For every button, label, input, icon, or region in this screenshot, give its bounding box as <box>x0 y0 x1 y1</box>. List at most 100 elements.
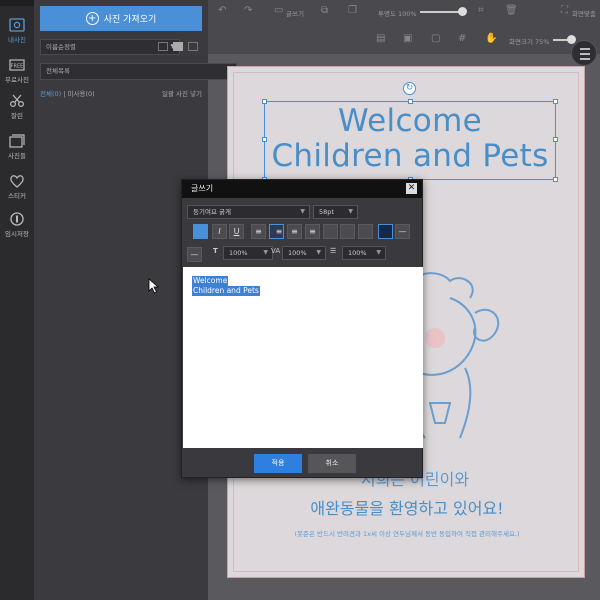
rail-top-bar <box>0 0 34 6</box>
sort-label: 이름순정렬 <box>46 43 76 51</box>
hand-icon[interactable]: ✋ <box>485 34 497 44</box>
upload-label: 사진 가져오기 <box>103 15 157 25</box>
text-box-icon[interactable]: ▭ <box>274 6 284 16</box>
rail-item-stickers[interactable]: 스티커 <box>0 170 34 210</box>
scissors-icon <box>9 94 25 108</box>
list-icon <box>580 48 590 50</box>
opacity-label: 투명도 100% <box>378 10 417 18</box>
fit-screen-icon[interactable]: ⛶ <box>561 6 571 16</box>
poster-title-line-2: Children and Pets <box>271 138 549 174</box>
align-icon[interactable]: ▤ <box>376 34 386 44</box>
large-view-icon[interactable] <box>188 42 198 51</box>
rail-item-temp-save[interactable]: 임시저장 <box>0 208 34 248</box>
svg-text:FREE: FREE <box>11 64 24 70</box>
zoom-slider[interactable] <box>553 35 576 44</box>
grid-view-icon[interactable] <box>173 42 183 51</box>
zoom-label: 화면크기 75% <box>509 38 550 46</box>
italic-button[interactable]: I <box>212 224 227 239</box>
bulk-insert-link[interactable]: 일괄 사진 넣기 <box>162 88 202 98</box>
mouse-cursor-icon <box>148 278 160 294</box>
free-photo-icon: FREE <box>9 59 25 71</box>
minus-button[interactable]: — <box>187 247 202 262</box>
rail-label: 무료사진 <box>5 76 29 84</box>
rail-item-cut[interactable]: 잘린 <box>0 90 34 130</box>
line-height-icon: ☰ <box>330 247 337 255</box>
grid-icon[interactable]: # <box>458 34 468 44</box>
text-line-1: Welcome <box>192 276 229 286</box>
images-icon <box>9 134 25 148</box>
undo-icon[interactable]: ↶ <box>218 6 228 16</box>
album-label: 전체목록 <box>46 67 70 75</box>
frame-icon[interactable]: ▢ <box>431 34 441 44</box>
album-select[interactable]: 전체목록 ▼ <box>40 63 237 80</box>
align-center-button[interactable]: ≡ <box>269 224 284 239</box>
list-icon-line <box>580 53 590 55</box>
justify-button[interactable]: ≡ <box>305 224 320 239</box>
view-toggle <box>158 42 198 51</box>
save-icon <box>10 212 24 226</box>
rail-label: 임시저장 <box>5 230 29 238</box>
cancel-button[interactable]: 취소 <box>308 454 356 473</box>
font-select[interactable]: 둥기여요 굵게 ▼ <box>187 205 310 219</box>
layer-icon[interactable]: ⧉ <box>321 6 331 16</box>
line-height-select[interactable]: 100% ▼ <box>342 246 386 260</box>
rail-item-free-photos[interactable]: FREE 무료사진 <box>0 54 34 94</box>
line-style-button[interactable]: — <box>395 224 410 239</box>
shape-button-1[interactable] <box>323 224 338 239</box>
apply-button[interactable]: 적용 <box>254 454 302 473</box>
rail-label: 스티커 <box>8 192 26 200</box>
font-size-select[interactable]: 58pt ▼ <box>313 205 358 219</box>
rail-label: 내사진 <box>8 36 26 44</box>
redo-icon[interactable]: ↷ <box>244 6 254 16</box>
toolbar-row-2: ▤ ▣ ▢ # ✋ 화면크기 75% <box>208 28 600 50</box>
close-icon[interactable]: ✕ <box>406 183 417 194</box>
font-size-label: 58pt <box>319 208 334 216</box>
background-color-button[interactable] <box>378 224 393 239</box>
opacity-slider[interactable] <box>420 7 467 16</box>
chevron-down-icon: ▼ <box>316 249 321 256</box>
text-width-icon: T <box>213 247 218 255</box>
fit-screen-label[interactable]: 화면맞춤 <box>572 8 596 18</box>
filter-all[interactable]: 전체(0) <box>40 90 61 98</box>
rotate-icon[interactable]: ↻ <box>403 82 416 95</box>
trash-icon[interactable]: 🗑 <box>505 6 518 16</box>
poster-korean-line-2: 애완동물을 환영하고 있어요! <box>310 499 504 518</box>
text-editor[interactable]: Welcome Children and Pets <box>183 267 423 448</box>
write-label[interactable]: 글쓰기 <box>286 8 304 18</box>
list-icon-line <box>580 58 590 60</box>
crop-icon[interactable]: ⌗ <box>478 6 488 16</box>
text-color-button[interactable] <box>193 224 208 239</box>
dialog-title: 글쓰기 ✕ <box>182 180 422 198</box>
shape-button-2[interactable] <box>340 224 355 239</box>
image-icon[interactable]: ▣ <box>403 34 413 44</box>
poster-korean-note: (봇준은 반드시 반려견과 1x씨 이상 연두님께서 동반 동입하여 직접 관리… <box>294 530 520 538</box>
filter-unused[interactable]: | 미사용(0) <box>63 90 94 98</box>
resize-handle[interactable] <box>553 177 558 182</box>
heart-icon <box>10 175 24 188</box>
align-left-button[interactable]: ≡ <box>251 224 266 239</box>
list-view-icon[interactable] <box>158 42 168 51</box>
letter-spacing-icon: VA <box>271 247 281 255</box>
text-line-2: Children and Pets <box>192 286 260 296</box>
rail-item-my-photos[interactable]: 내사진 <box>0 14 34 54</box>
rail-item-pictures[interactable]: 사진들 <box>0 130 34 170</box>
underline-button[interactable]: U <box>229 224 244 239</box>
poster-title-line-1: Welcome <box>338 103 482 139</box>
rail-label: 사진들 <box>8 152 26 160</box>
chevron-down-icon: ▼ <box>263 249 268 256</box>
line-height-label: 100% <box>348 249 367 257</box>
align-right-button[interactable]: ≡ <box>287 224 302 239</box>
width-select[interactable]: 100% ▼ <box>223 246 273 260</box>
copy-icon[interactable]: ❐ <box>348 6 358 16</box>
upload-photo-button[interactable]: + 사진 가져오기 <box>40 6 202 31</box>
layer-list-button[interactable] <box>571 40 597 66</box>
opacity-slider-knob[interactable] <box>458 7 467 16</box>
width-label: 100% <box>229 249 248 257</box>
dialog-footer: 적용 취소 <box>182 449 422 479</box>
rail-label: 잘린 <box>11 112 23 120</box>
spacing-select[interactable]: 100% ▼ <box>282 246 326 260</box>
chevron-down-icon: ▼ <box>348 208 353 215</box>
dialog-title-text: 글쓰기 <box>191 184 214 193</box>
shape-button-3[interactable] <box>358 224 373 239</box>
filter-row: 전체(0) | 미사용(0) 일괄 사진 넣기 <box>40 88 202 98</box>
